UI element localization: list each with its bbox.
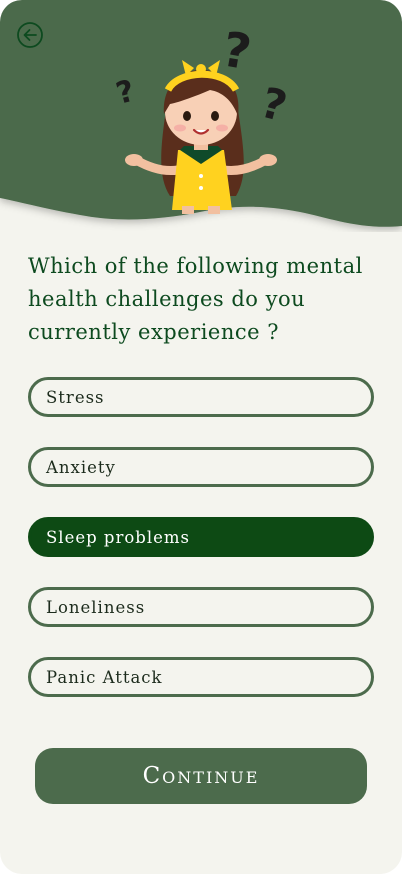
screen: ? ? ? Which of the following mental heal…	[0, 0, 402, 874]
question-heading: Which of the following mental health cha…	[28, 254, 363, 344]
option-loneliness[interactable]: Loneliness	[28, 587, 374, 627]
question-mark-icon: ?	[112, 74, 138, 112]
continue-button[interactable]: Continue	[35, 748, 367, 804]
option-stress[interactable]: Stress	[28, 377, 374, 417]
options-list: Stress Anxiety Sleep problems Loneliness…	[28, 377, 374, 727]
question-mark-icon: ?	[218, 21, 255, 81]
option-panic-attack[interactable]: Panic Attack	[28, 657, 374, 697]
confused-girl-illustration: ? ? ?	[112, 21, 292, 214]
option-sleep-problems[interactable]: Sleep problems	[28, 517, 374, 557]
question-mark-icon: ?	[256, 78, 292, 132]
option-anxiety[interactable]: Anxiety	[28, 447, 374, 487]
header-banner: ? ? ?	[0, 0, 402, 232]
